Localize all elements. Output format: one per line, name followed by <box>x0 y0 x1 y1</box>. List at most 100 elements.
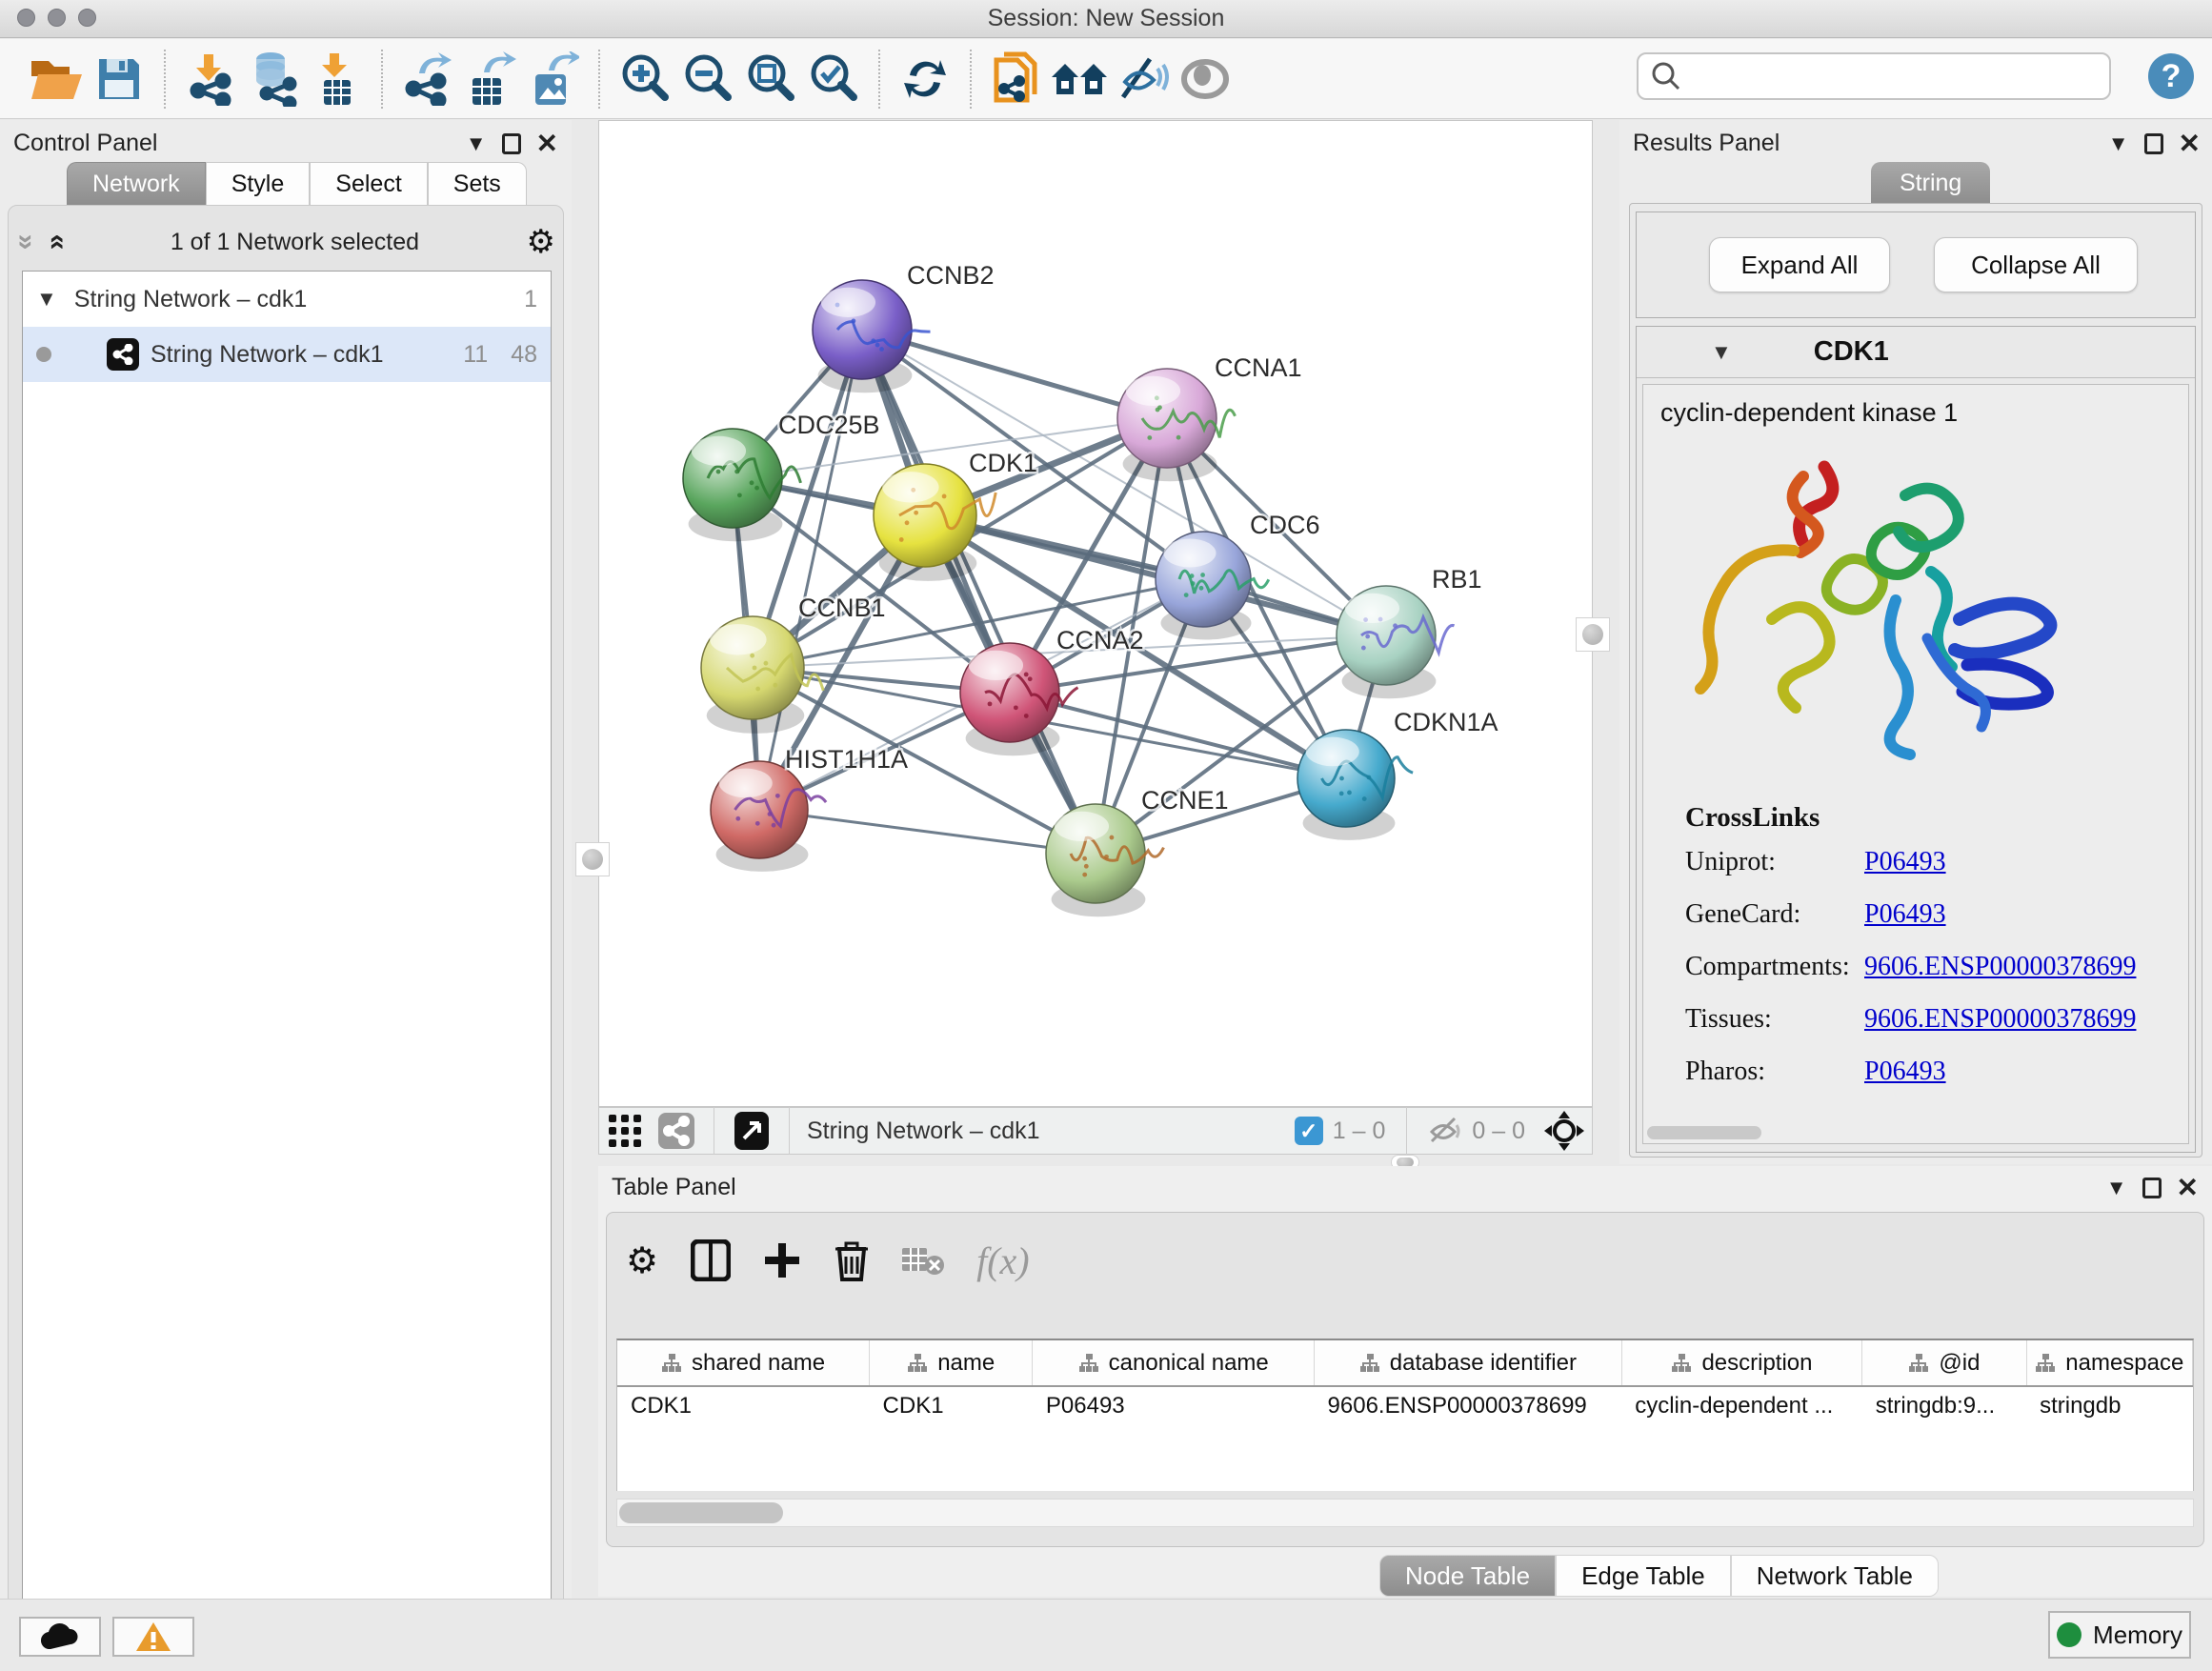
collection-expander-icon[interactable]: ▼ <box>36 287 57 312</box>
share-network-file-icon[interactable] <box>985 48 1048 111</box>
cybrowser-home-icon[interactable] <box>1048 48 1111 111</box>
tab-string[interactable]: String <box>1871 162 1990 204</box>
edge-CCNB2-HIST1H1A[interactable] <box>759 330 862 810</box>
edge-CCNB2-CCNE1[interactable] <box>862 330 1096 854</box>
right-splitter-grip[interactable] <box>1576 617 1610 652</box>
node-RB1[interactable]: RB1 <box>1337 565 1482 698</box>
cloud-tasks-button[interactable] <box>19 1617 101 1657</box>
tab-sets[interactable]: Sets <box>428 162 527 206</box>
table-row[interactable]: CDK1CDK1P064939606.ENSP00000378699cyclin… <box>617 1386 2193 1424</box>
grid-view-icon[interactable] <box>599 1110 651 1152</box>
zoom-fit-icon[interactable] <box>739 48 802 111</box>
node-CCNB2[interactable]: CCNB2 <box>813 261 995 393</box>
add-column-icon[interactable] <box>763 1241 801 1279</box>
table-cell[interactable]: 9606.ENSP00000378699 <box>1315 1386 1622 1424</box>
crosslink-link[interactable]: P06493 <box>1864 899 1946 930</box>
node-CDC6[interactable]: CDC6 <box>1156 511 1320 640</box>
crosslink-link[interactable]: P06493 <box>1864 847 1946 877</box>
table-horizontal-scrollbar[interactable] <box>616 1499 2194 1527</box>
table-cell[interactable]: cyclin-dependent ... <box>1621 1386 1862 1424</box>
table-cell[interactable]: stringdb <box>2026 1386 2192 1424</box>
tab-style[interactable]: Style <box>206 162 311 206</box>
table-options-gear-icon[interactable]: ⚙ <box>626 1239 658 1282</box>
node-CDK1[interactable]: CDK1 <box>874 449 1037 581</box>
results-panel-menu-icon[interactable]: ▼ <box>2108 131 2129 156</box>
table-cell[interactable]: P06493 <box>1033 1386 1315 1424</box>
hide-panels-icon[interactable] <box>1111 48 1174 111</box>
tab-node-table[interactable]: Node Table <box>1379 1555 1556 1597</box>
selected-indicator-checkbox[interactable]: ✓ <box>1295 1117 1323 1145</box>
apply-function-icon[interactable]: f(x) <box>976 1238 1030 1283</box>
table-cell[interactable]: CDK1 <box>617 1386 870 1424</box>
maximize-window-button[interactable] <box>78 9 96 27</box>
birdseye-toggle-icon[interactable] <box>1174 48 1237 111</box>
control-panel-close-icon[interactable]: ✕ <box>536 128 558 159</box>
node-HIST1H1A[interactable]: HIST1H1A <box>711 745 908 872</box>
export-image-icon[interactable] <box>522 48 585 111</box>
tab-select[interactable]: Select <box>310 162 427 206</box>
table-panel-menu-icon[interactable]: ▼ <box>2106 1176 2127 1200</box>
tab-network-table[interactable]: Network Table <box>1731 1555 1939 1597</box>
import-network-file-icon[interactable] <box>179 48 242 111</box>
left-splitter-grip[interactable] <box>575 842 610 876</box>
protein-section-header[interactable]: ▼ CDK1 <box>1637 327 2195 378</box>
results-panel-float-icon[interactable] <box>2144 133 2163 154</box>
import-table-file-icon[interactable] <box>305 48 368 111</box>
birdseye-position-icon[interactable] <box>1544 1111 1584 1151</box>
network-options-gear-icon[interactable]: ⚙ <box>527 223 555 261</box>
column-header-@id[interactable]: @id <box>1862 1340 2026 1386</box>
delete-column-icon[interactable] <box>834 1239 870 1281</box>
zoom-in-icon[interactable] <box>613 48 676 111</box>
node-CDC25B[interactable]: CDC25B <box>683 411 880 541</box>
column-header-description[interactable]: description <box>1621 1340 1862 1386</box>
node-CCNB1[interactable]: CCNB1 <box>701 594 886 734</box>
table-cell[interactable]: CDK1 <box>870 1386 1033 1424</box>
tab-edge-table[interactable]: Edge Table <box>1556 1555 1731 1597</box>
open-session-icon[interactable] <box>25 48 88 111</box>
expand-all-networks-icon[interactable]: » <box>39 234 71 251</box>
node-table[interactable]: shared namenamecanonical namedatabase id… <box>616 1339 2194 1491</box>
export-table-icon[interactable] <box>459 48 522 111</box>
column-header-shared-name[interactable]: shared name <box>617 1340 870 1386</box>
save-session-icon[interactable] <box>88 48 151 111</box>
network-canvas[interactable]: CCNB2CCNA1CDC25BCDK1CDC6RB1CCNB1CCNA2CDK… <box>598 120 1593 1107</box>
control-panel-menu-icon[interactable]: ▼ <box>466 131 487 156</box>
edge-HIST1H1A-CCNE1[interactable] <box>759 810 1096 854</box>
collapse-all-networks-icon[interactable]: » <box>10 234 42 251</box>
crosslink-link[interactable]: P06493 <box>1864 1057 1946 1087</box>
delete-table-icon[interactable] <box>902 1244 944 1277</box>
refresh-icon[interactable] <box>894 48 956 111</box>
network-view-icon[interactable] <box>651 1110 702 1152</box>
column-header-name[interactable]: name <box>870 1340 1033 1386</box>
import-network-database-icon[interactable] <box>242 48 305 111</box>
table-panel-close-icon[interactable]: ✕ <box>2177 1172 2199 1203</box>
column-header-database-identifier[interactable]: database identifier <box>1315 1340 1622 1386</box>
network-row[interactable]: String Network – cdk1 11 48 <box>23 327 551 382</box>
node-CCNA1[interactable]: CCNA1 <box>1117 353 1302 481</box>
warnings-button[interactable] <box>112 1617 194 1657</box>
table-panel-float-icon[interactable] <box>2142 1178 2162 1198</box>
search-input[interactable] <box>1682 63 2092 90</box>
detach-view-icon[interactable] <box>726 1110 777 1152</box>
table-scrollbar-thumb[interactable] <box>619 1502 783 1523</box>
close-window-button[interactable] <box>17 9 35 27</box>
expand-all-button[interactable]: Expand All <box>1709 237 1890 292</box>
zoom-selected-icon[interactable] <box>802 48 865 111</box>
memory-button[interactable]: Memory <box>2048 1611 2191 1659</box>
export-network-icon[interactable] <box>396 48 459 111</box>
column-header-namespace[interactable]: namespace <box>2026 1340 2192 1386</box>
zoom-out-icon[interactable] <box>676 48 739 111</box>
node-CDKN1A[interactable]: CDKN1A <box>1297 708 1498 840</box>
help-icon[interactable]: ? <box>2147 52 2195 100</box>
table-cell[interactable]: stringdb:9... <box>1862 1386 2026 1424</box>
collapse-all-button[interactable]: Collapse All <box>1934 237 2138 292</box>
protein-expander-icon[interactable]: ▼ <box>1711 340 1732 365</box>
control-panel-float-icon[interactable] <box>502 133 521 154</box>
tab-network[interactable]: Network <box>67 162 206 206</box>
results-panel-close-icon[interactable]: ✕ <box>2179 128 2201 159</box>
results-horizontal-scrollbar[interactable] <box>1647 1126 1761 1139</box>
network-collection-row[interactable]: ▼ String Network – cdk1 1 <box>23 272 551 327</box>
crosslink-link[interactable]: 9606.ENSP00000378699 <box>1864 952 2136 982</box>
column-header-canonical-name[interactable]: canonical name <box>1033 1340 1315 1386</box>
search-box[interactable] <box>1637 52 2111 100</box>
